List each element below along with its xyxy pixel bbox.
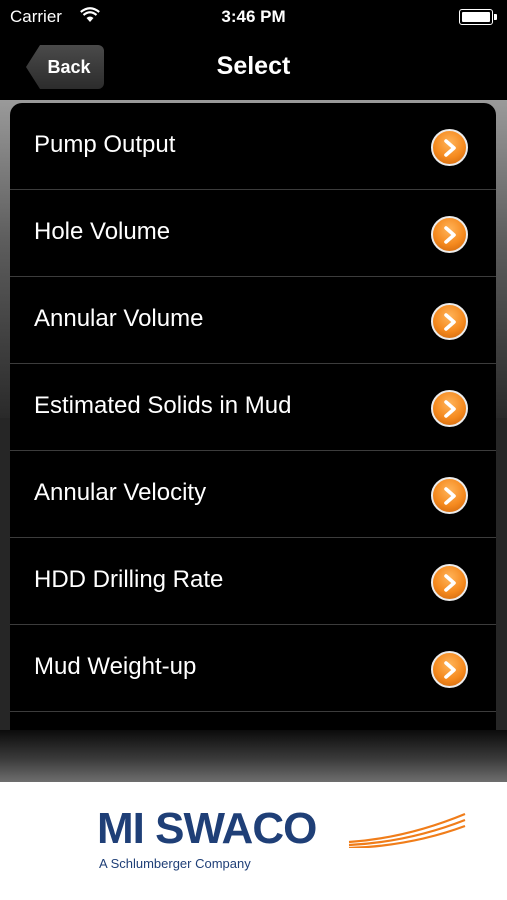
app-screen: Carrier 3:46 PM Back Select Pump Output … (0, 0, 507, 900)
battery-fill (462, 12, 490, 22)
list-item-hole-volume[interactable]: Hole Volume (10, 190, 496, 277)
list-item-label: HDD Drilling Rate (34, 566, 224, 593)
list-item-hdd-drilling-rate[interactable]: HDD Drilling Rate (10, 538, 496, 625)
company-logo: MI SWACO A Schlumberger Company (97, 804, 466, 884)
list-item-annular-velocity[interactable]: Annular Velocity (10, 451, 496, 538)
status-time: 3:46 PM (221, 7, 286, 26)
list-item-label: Annular Volume (34, 305, 204, 332)
battery-icon (459, 9, 497, 25)
status-bar: Carrier 3:46 PM (0, 0, 507, 34)
chevron-right-icon[interactable] (431, 651, 468, 688)
logo-wordmark: MI SWACO (97, 804, 317, 853)
list-item-estimated-solids[interactable]: Estimated Solids in Mud (10, 364, 496, 451)
logo-tagline: A Schlumberger Company (99, 856, 251, 871)
list-item-label: Annular Velocity (34, 479, 207, 506)
list-item-annular-volume[interactable]: Annular Volume (10, 277, 496, 364)
page-title: Select (216, 52, 291, 80)
calculator-list: Pump Output Hole Volume Annular Volume E… (10, 103, 496, 730)
logo-swoosh-icon (348, 812, 466, 848)
chevron-right-icon[interactable] (431, 477, 468, 514)
footer-banner: MI SWACO A Schlumberger Company (0, 782, 507, 900)
navigation-bar: Back Select (0, 34, 507, 100)
chevron-right-icon[interactable] (431, 564, 468, 601)
list-item-label: Mud Weight-up (34, 653, 197, 680)
list-item-label: Hole Volume (34, 218, 171, 245)
list-item-mud-weight-up[interactable]: Mud Weight-up (10, 625, 496, 712)
chevron-right-icon[interactable] (431, 303, 468, 340)
chevron-right-icon[interactable] (431, 390, 468, 427)
list-item-pump-output[interactable]: Pump Output (10, 103, 496, 190)
list-item-label: Pump Output (34, 131, 176, 158)
background-strip (0, 730, 507, 782)
chevron-right-icon[interactable] (431, 129, 468, 166)
chevron-right-icon[interactable] (431, 216, 468, 253)
list-item-label: Estimated Solids in Mud (34, 392, 292, 419)
